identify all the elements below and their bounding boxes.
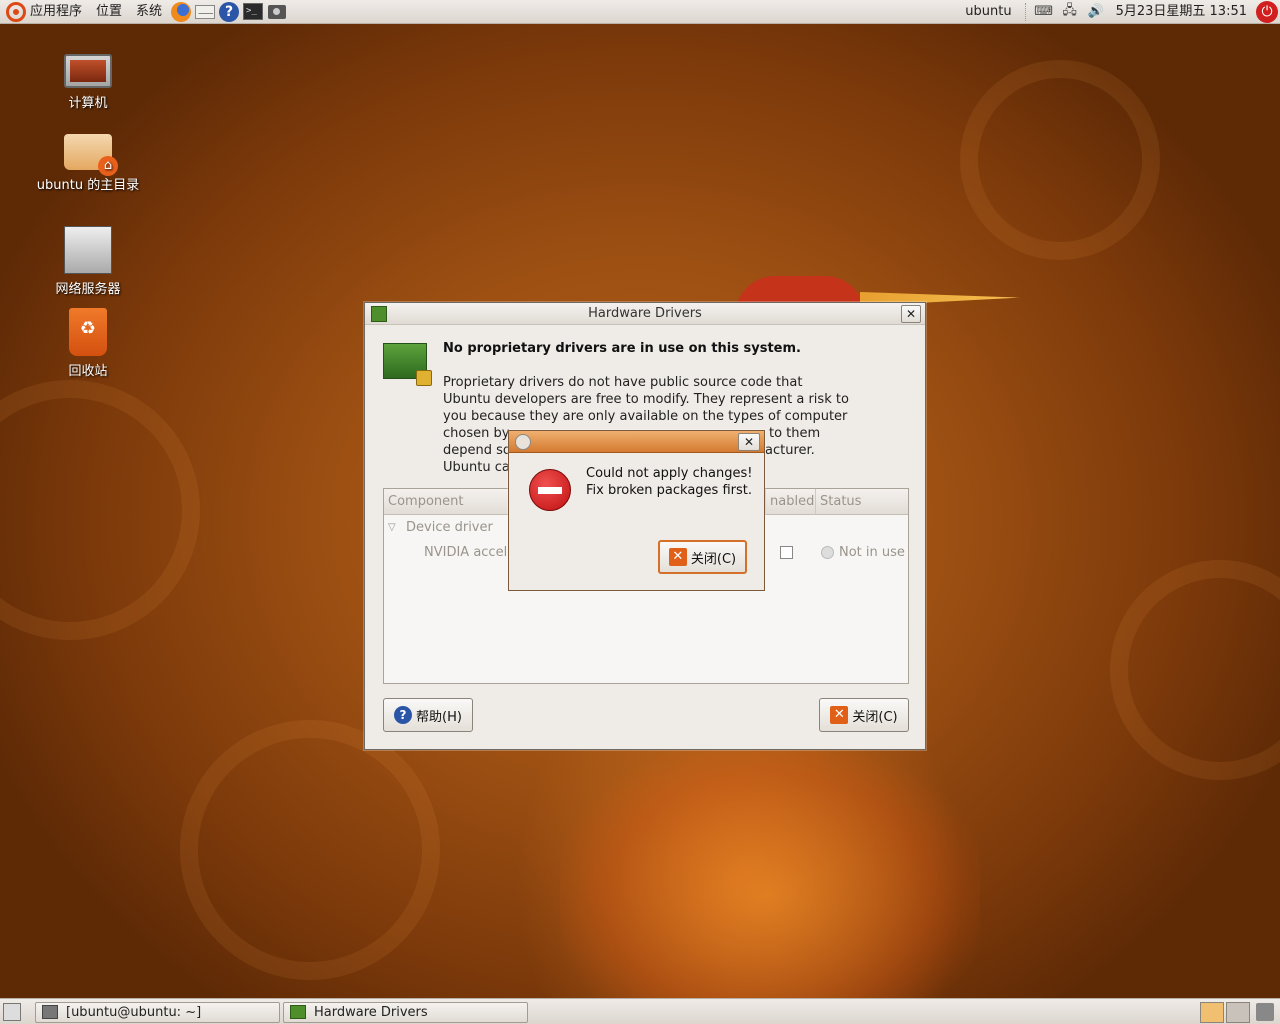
window-titlebar[interactable]: Hardware Drivers ✕ — [365, 303, 925, 325]
places-menu-label: 位置 — [96, 3, 123, 19]
mail-launcher[interactable] — [194, 1, 216, 23]
desktop-icon-label: 计算机 — [68, 96, 108, 111]
error-dialog-titlebar[interactable]: ✕ — [509, 431, 764, 453]
description-fragment: chosen by — [443, 426, 510, 441]
help-button[interactable]: ? 帮助(H) — [383, 698, 473, 732]
error-icon — [529, 469, 571, 511]
power-icon[interactable]: ⏻ — [1256, 0, 1278, 23]
taskbar-item-terminal[interactable]: [ubuntu@ubuntu: ~] — [35, 1002, 280, 1023]
driver-enabled-checkbox[interactable] — [780, 546, 793, 559]
wallpaper-swirl — [0, 380, 200, 640]
error-line: Could not apply changes! — [586, 466, 753, 481]
volume-icon[interactable]: 🔊 — [1087, 4, 1105, 20]
computer-icon — [64, 54, 112, 88]
top-panel: 应用程序 位置 系统 ? >_ ubuntu ⌨ 🖧 🔊 5月23日星期五 13… — [0, 0, 1280, 24]
help-icon: ? — [219, 1, 240, 22]
window-title: Hardware Drivers — [588, 306, 702, 321]
close-button-label: 关闭(C) — [852, 709, 898, 725]
desktop-icon-label: ubuntu 的主目录 — [36, 178, 140, 193]
help-icon: ? — [394, 706, 413, 724]
expander-icon[interactable]: ▽ — [388, 515, 396, 540]
column-status[interactable]: Status — [816, 489, 908, 514]
applications-menu-label: 应用程序 — [30, 3, 83, 19]
desktop-icon-computer[interactable]: 计算机 — [28, 46, 148, 111]
hardware-drivers-icon — [371, 306, 387, 322]
ubuntu-logo-icon — [6, 1, 26, 22]
clock-text: 5月23日星期五 13:51 — [1115, 3, 1247, 19]
close-window-button[interactable]: ✕ — [901, 305, 921, 323]
workspace-2[interactable] — [1226, 1002, 1250, 1023]
keyboard-indicator-icon[interactable]: ⌨ — [1034, 4, 1053, 20]
terminal-icon — [42, 1005, 58, 1019]
workspace-1[interactable] — [1200, 1002, 1224, 1023]
status-indicator-icon — [821, 546, 834, 559]
wallpaper-swirl — [180, 720, 440, 980]
error-close-button[interactable]: ✕ 关闭(C) — [658, 540, 747, 574]
description-fragment: acturer. — [765, 443, 815, 458]
desktop-icon-label: 回收站 — [68, 364, 108, 379]
user-switcher[interactable]: ubuntu — [958, 0, 1018, 24]
taskbar-item-hardware-drivers[interactable]: Hardware Drivers — [283, 1002, 528, 1023]
task-label: Hardware Drivers — [314, 1005, 428, 1020]
driver-status: Not in use — [839, 545, 905, 560]
desktop-icon-network[interactable]: 网络服务器 — [28, 226, 148, 297]
network-icon[interactable]: 🖧 — [1061, 3, 1079, 20]
close-button[interactable]: ✕ 关闭(C) — [819, 698, 909, 732]
bottom-panel: [ubuntu@ubuntu: ~] Hardware Drivers — [0, 998, 1280, 1024]
description-line: you because they are only available on t… — [443, 409, 848, 424]
trash-icon — [69, 308, 107, 356]
column-enabled[interactable]: nabled — [766, 489, 816, 514]
desktop-icon-home[interactable]: ubuntu 的主目录 — [28, 126, 148, 193]
show-desktop-icon[interactable] — [3, 1003, 21, 1021]
network-servers-icon — [64, 226, 112, 274]
mail-icon — [195, 4, 216, 19]
wallpaper-swirl — [960, 60, 1160, 260]
close-icon: ✕ — [668, 548, 687, 566]
firefox-icon — [171, 1, 192, 22]
places-menu[interactable]: 位置 — [89, 0, 129, 24]
desktop-icon-trash[interactable]: 回收站 — [28, 308, 148, 379]
terminal-launcher[interactable]: >_ — [242, 1, 264, 23]
wallpaper-flame — [560, 740, 980, 1000]
user-name: ubuntu — [965, 3, 1012, 19]
help-launcher[interactable]: ? — [218, 1, 240, 23]
description-fragment: depend so — [443, 443, 511, 458]
system-menu-label: 系统 — [136, 3, 163, 19]
help-button-label: 帮助(H) — [416, 709, 462, 725]
tray-separator — [1024, 2, 1031, 21]
description-fragment: to them — [769, 426, 821, 441]
task-label: [ubuntu@ubuntu: ~] — [66, 1005, 202, 1020]
clock[interactable]: 5月23日星期五 13:51 — [1109, 0, 1254, 24]
home-folder-icon — [64, 134, 118, 176]
system-menu[interactable]: 系统 — [129, 0, 169, 24]
wallpaper-swirl — [1110, 560, 1280, 780]
description-line: Ubuntu developers are free to modify. Th… — [443, 392, 849, 407]
driver-name: NVIDIA accele — [424, 545, 516, 560]
close-icon: ✕ — [830, 706, 849, 724]
firefox-launcher[interactable] — [170, 1, 192, 23]
trash-applet-icon[interactable] — [1256, 1003, 1274, 1021]
error-dialog: ✕ Could not apply changes! Fix broken pa… — [508, 430, 765, 591]
group-label: Device driver — [406, 520, 493, 535]
circuit-board-icon — [383, 343, 432, 386]
terminal-icon: >_ — [243, 3, 264, 20]
error-message: Could not apply changes! Fix broken pack… — [586, 465, 752, 499]
screenshot-launcher[interactable] — [266, 1, 288, 23]
dialog-heading: No proprietary drivers are in use on thi… — [443, 341, 801, 356]
applications-menu[interactable]: 应用程序 — [0, 0, 89, 24]
error-line: Fix broken packages first. — [586, 483, 752, 498]
description-line: Proprietary drivers do not have public s… — [443, 375, 803, 390]
error-close-label: 关闭(C) — [690, 551, 737, 567]
app-icon — [515, 434, 531, 450]
close-error-dialog-button[interactable]: ✕ — [738, 433, 760, 451]
camera-icon — [268, 4, 287, 19]
hardware-drivers-icon — [290, 1005, 306, 1019]
desktop-icon-label: 网络服务器 — [55, 282, 121, 297]
